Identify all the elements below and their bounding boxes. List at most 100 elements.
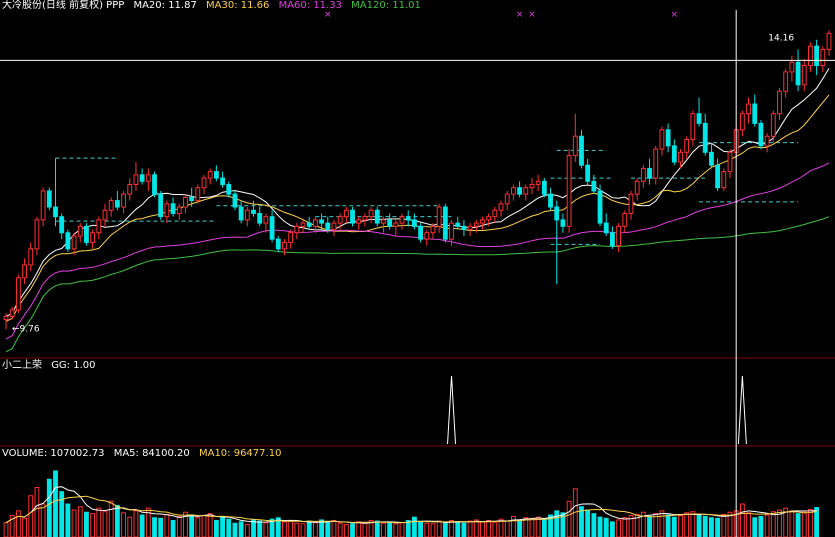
volume-bar: [597, 516, 603, 537]
top-marker: ×: [671, 10, 679, 20]
candle-body: [3, 315, 9, 321]
candle-body: [783, 71, 789, 92]
volume-bar: [325, 521, 331, 537]
candle-body: [665, 129, 671, 147]
volume-bar: [795, 513, 801, 537]
candle-body: [232, 193, 238, 208]
volume-bar: [263, 522, 269, 537]
candle-body: [795, 61, 801, 86]
volume-bar: [288, 520, 294, 537]
candle-body: [671, 145, 677, 163]
candle-body: [294, 225, 300, 234]
volume-bar: [418, 521, 424, 537]
volume-bar: [350, 523, 355, 537]
candle-body: [752, 103, 758, 124]
candle-body: [455, 222, 461, 227]
candle-body: [152, 174, 157, 195]
candle-body: [251, 209, 256, 214]
candle-body: [393, 222, 399, 227]
volume-bar: [164, 513, 170, 537]
volume-bar: [34, 487, 40, 537]
candle-body: [634, 180, 640, 195]
volume-bar: [127, 516, 133, 537]
candle-body: [585, 164, 591, 182]
volume-bar: [15, 510, 21, 537]
volume-bar: [541, 518, 547, 537]
volume-bar: [381, 522, 386, 537]
candle-body: [709, 151, 714, 166]
candle-body: [84, 225, 89, 243]
candle-body: [603, 222, 609, 234]
candle-body: [331, 222, 337, 231]
candle-body: [548, 193, 553, 208]
candle-body: [628, 193, 634, 214]
candle-body: [777, 90, 782, 115]
candle-body: [263, 216, 269, 224]
volume-bar: [535, 516, 541, 537]
volume-bar: [257, 520, 263, 537]
candle-body: [430, 225, 436, 234]
volume-bar: [294, 522, 300, 537]
volume-bar: [467, 520, 473, 537]
indicator-legend: 小二上荣 GG: 1.00: [2, 360, 102, 372]
indicator-gg-label: GG: 1.00: [51, 360, 96, 371]
candle-body: [579, 135, 584, 166]
candle-body: [510, 187, 516, 195]
volume-bar: [53, 470, 58, 537]
candle-body: [65, 232, 71, 250]
candle-body: [572, 135, 578, 157]
volume-bar: [71, 509, 77, 537]
candle-body: [15, 277, 21, 311]
candle-body: [739, 113, 745, 131]
candle-body: [721, 171, 727, 189]
volume-bar: [201, 515, 207, 537]
candle-body: [640, 167, 646, 182]
volume-bar: [430, 523, 436, 537]
candle-body: [678, 151, 683, 163]
candle-body: [616, 225, 622, 247]
volume-bar: [77, 506, 83, 537]
volume-bar: [387, 521, 393, 537]
candle-body: [337, 216, 343, 224]
candle-body: [789, 61, 795, 73]
volume-bar: [684, 512, 690, 537]
candle-body: [659, 129, 665, 150]
volume-bar: [647, 515, 652, 537]
volume-bar: [65, 503, 71, 537]
candle-body: [727, 151, 733, 173]
ma20-label: MA20: 11.87: [133, 0, 197, 11]
candle-body: [139, 174, 145, 182]
candle-body: [312, 219, 318, 227]
candle-body: [238, 206, 244, 221]
volume-bar: [702, 515, 708, 537]
candle-body: [387, 219, 393, 227]
volume-bar: [690, 511, 696, 537]
volume-bar: [480, 521, 485, 537]
volume-bar: [770, 511, 776, 537]
volume-bar: [133, 510, 139, 537]
volume-bar: [492, 522, 498, 537]
candle-body: [133, 174, 139, 186]
volume-bar: [152, 517, 157, 537]
volume-bar: [244, 524, 250, 537]
candle-body: [436, 206, 442, 227]
candle-body: [183, 196, 188, 208]
volume-bar: [808, 509, 813, 537]
volume-ma5-label: MA5: 84100.20: [113, 448, 190, 459]
candle-body: [306, 222, 312, 227]
candle-body: [653, 148, 659, 179]
candle-body: [176, 206, 182, 214]
top-marker: ×: [516, 10, 524, 20]
volume-bar: [529, 517, 535, 537]
volume-bar: [374, 520, 380, 537]
candle-body: [702, 122, 708, 153]
candle-body: [319, 219, 325, 224]
candle-body: [610, 232, 615, 247]
candle-body: [746, 103, 751, 115]
candle-body: [22, 264, 27, 279]
volume-bar: [22, 517, 27, 537]
candle-body: [374, 209, 380, 224]
candle-body: [486, 216, 492, 221]
high-price-label: 14.16: [768, 33, 794, 43]
candle-body: [808, 45, 813, 66]
